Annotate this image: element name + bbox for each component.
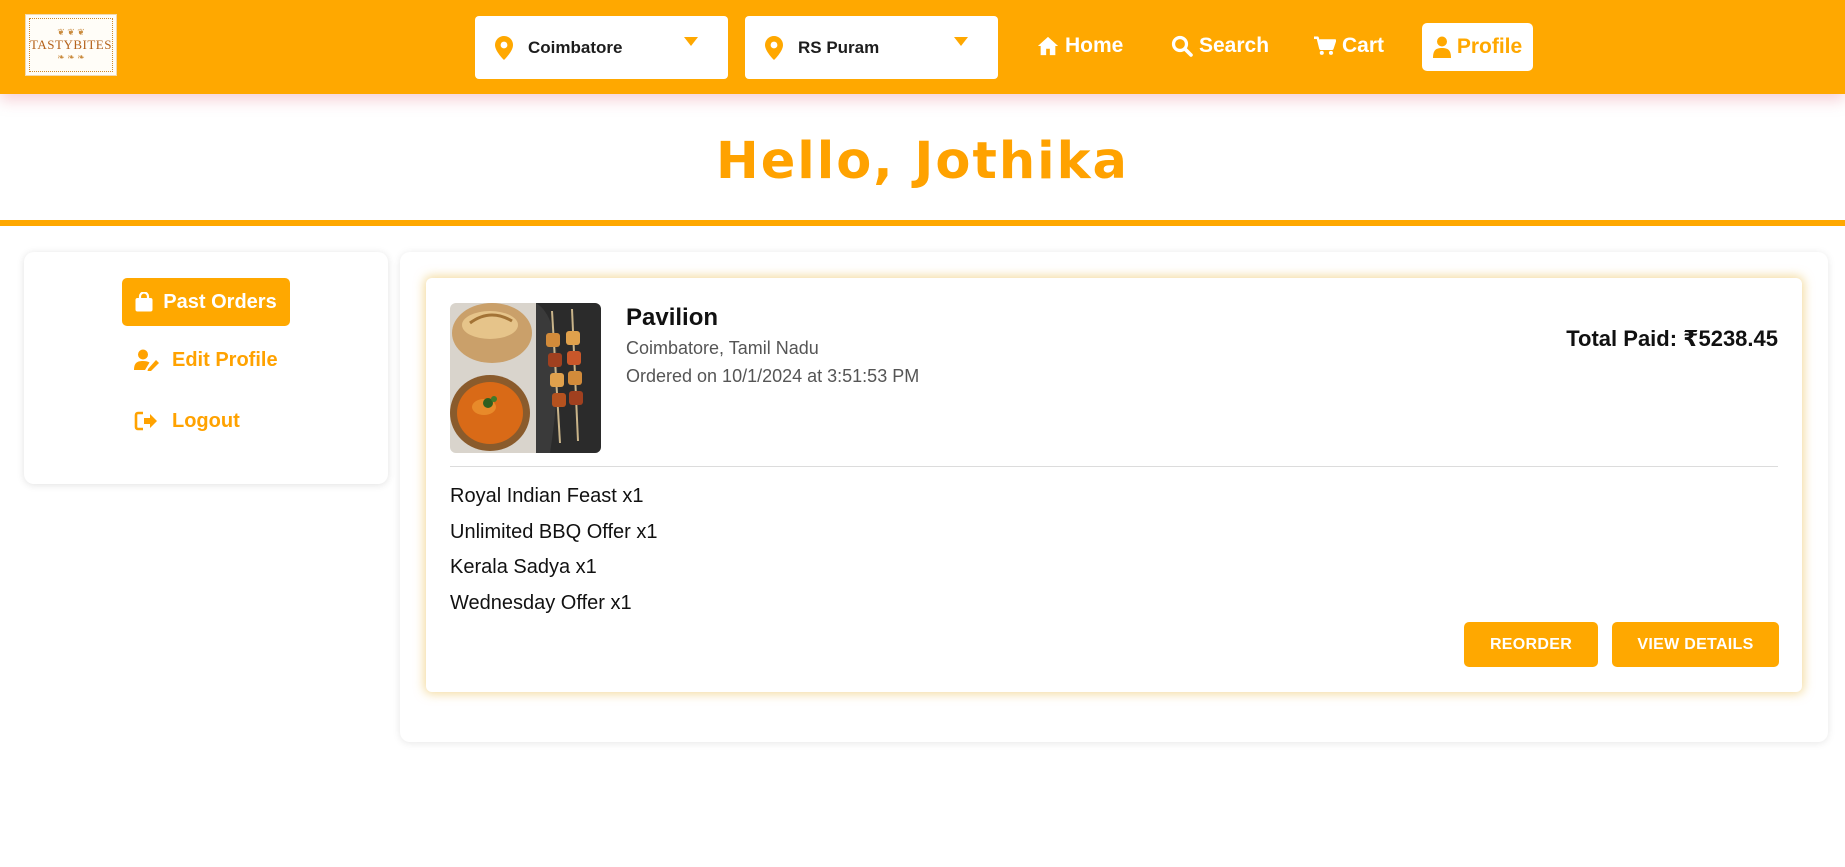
- sidebar-item-edit-profile[interactable]: Edit Profile: [134, 344, 278, 376]
- nav-profile-label: Profile: [1456, 35, 1523, 58]
- sidebar-item-label: Logout: [172, 409, 240, 432]
- sidebar-item-logout[interactable]: Logout: [134, 405, 240, 437]
- nav-cart-label: Cart: [1342, 34, 1385, 57]
- order-date: Ordered on 10/1/2024 at 3:51:53 PM: [626, 366, 920, 386]
- list-item: Wednesday Offer x1: [450, 591, 632, 614]
- brand-logo[interactable]: ❦ ❦ ❦ TASTYBITES ❧ ❧ ❧: [25, 14, 117, 76]
- restaurant-name: Pavilion: [626, 304, 719, 331]
- order-total: Total Paid: ₹5238.45: [1566, 326, 1778, 351]
- location-pin-icon: [765, 36, 783, 60]
- nav-home-label: Home: [1065, 34, 1124, 57]
- profile-sidebar: Past Orders Edit Profile Logout: [24, 252, 388, 484]
- city-select[interactable]: Coimbatore: [475, 16, 728, 79]
- order-items-list: Royal Indian Feast x1 Unlimited BBQ Offe…: [450, 484, 657, 626]
- logo-ornament-top: ❦ ❦ ❦: [57, 27, 85, 37]
- view-details-button[interactable]: VIEW DETAILS: [1612, 622, 1779, 667]
- top-navbar: ❦ ❦ ❦ TASTYBITES ❧ ❧ ❧ Coimbatore RS Pur…: [0, 0, 1845, 94]
- chevron-down-icon: [954, 37, 968, 46]
- sign-out-icon: [134, 411, 157, 431]
- user-icon: [1432, 36, 1451, 58]
- home-icon: [1037, 36, 1059, 56]
- city-select-value: Coimbatore: [528, 38, 623, 57]
- restaurant-food-image: [450, 303, 601, 453]
- cart-icon: [1314, 36, 1336, 55]
- nav-cart-link[interactable]: Cart: [1314, 22, 1384, 70]
- chevron-down-icon: [684, 37, 698, 46]
- user-edit-icon: [134, 349, 159, 371]
- shopping-bag-icon: [135, 292, 153, 312]
- sidebar-item-label: Edit Profile: [172, 348, 278, 371]
- order-card: Pavilion Coimbatore, Tamil Nadu Ordered …: [426, 278, 1802, 692]
- card-divider: [450, 466, 1778, 467]
- nav-search-label: Search: [1199, 34, 1270, 57]
- header-divider: [0, 220, 1845, 226]
- search-icon: [1171, 35, 1193, 57]
- nav-home-link[interactable]: Home: [1037, 22, 1123, 70]
- nav-profile-link[interactable]: Profile: [1422, 23, 1533, 71]
- logo-frame: ❦ ❦ ❦ TASTYBITES ❧ ❧ ❧: [29, 18, 113, 72]
- nav-search-link[interactable]: Search: [1171, 22, 1269, 70]
- sidebar-item-past-orders[interactable]: Past Orders: [122, 278, 290, 326]
- logo-text: TASTYBITES: [30, 37, 112, 52]
- list-item: Unlimited BBQ Offer x1: [450, 520, 658, 543]
- reorder-button[interactable]: REORDER: [1464, 622, 1598, 667]
- location-pin-icon: [495, 36, 513, 60]
- page-title: Hello, Jothika: [716, 132, 1129, 191]
- orders-panel: Pavilion Coimbatore, Tamil Nadu Ordered …: [400, 252, 1828, 742]
- logo-ornament-bottom: ❧ ❧ ❧: [57, 52, 85, 62]
- list-item: Royal Indian Feast x1: [450, 485, 644, 507]
- area-select[interactable]: RS Puram: [745, 16, 998, 79]
- area-select-value: RS Puram: [798, 38, 880, 57]
- list-item: Kerala Sadya x1: [450, 556, 597, 578]
- sidebar-item-label: Past Orders: [163, 290, 277, 313]
- restaurant-location: Coimbatore, Tamil Nadu: [626, 338, 819, 358]
